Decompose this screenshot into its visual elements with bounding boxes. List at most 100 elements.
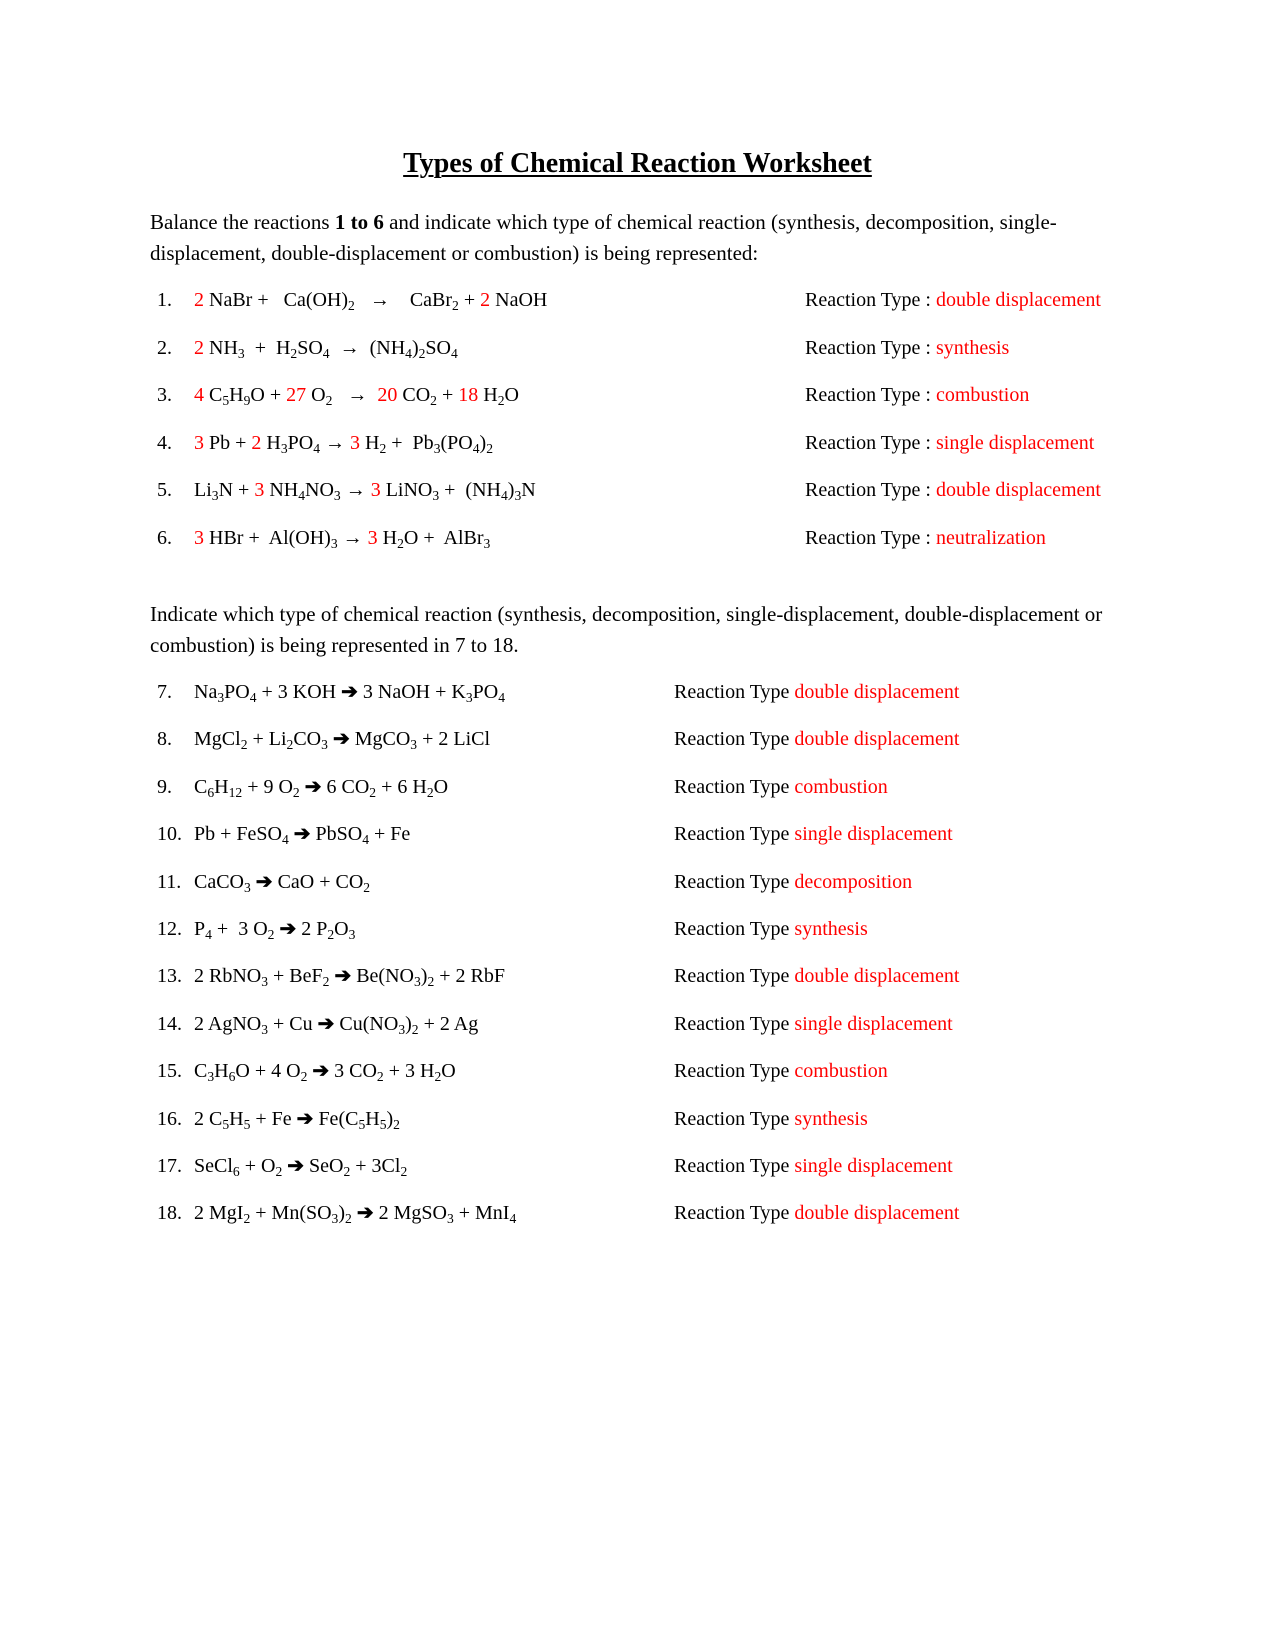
reaction-type-answer: Reaction Type : double displacement xyxy=(805,475,1101,505)
subscript: 6 xyxy=(232,1163,240,1179)
formula-text: SO xyxy=(425,336,451,359)
section2-instructions: Indicate which type of chemical reaction… xyxy=(150,602,1103,657)
subscript: 2 xyxy=(348,297,355,313)
balancing-coefficient: 3 xyxy=(370,479,381,502)
formula-text: + Cu xyxy=(268,1012,318,1035)
subscript: 4 xyxy=(298,488,305,504)
reaction-arrow-icon: ➔ xyxy=(293,823,311,846)
reaction-type-label: Reaction Type : xyxy=(805,527,936,549)
reaction-arrow-icon: ➔ xyxy=(279,918,297,940)
reaction-type-value: single displacement xyxy=(935,431,1095,454)
formula-text: O + AlBr xyxy=(403,527,484,549)
reaction-type-label: Reaction Type xyxy=(674,1155,795,1177)
subscript: 3 xyxy=(244,879,251,895)
formula-text: 3 CO xyxy=(329,1060,377,1083)
subscript: 3 xyxy=(483,535,491,551)
subscript: 4 xyxy=(450,345,458,361)
reaction-type-value: double displacement xyxy=(794,1202,960,1225)
reaction-type-value: single displacement xyxy=(794,1012,953,1035)
reaction-number: 1. xyxy=(157,289,172,311)
formula-text: H xyxy=(229,384,244,407)
subscript: 2 xyxy=(397,535,404,551)
formula-text xyxy=(367,384,377,406)
subscript: 3 xyxy=(330,535,338,551)
formula-text: PO xyxy=(224,681,250,703)
formula-text: Li xyxy=(194,479,212,502)
reaction-type-label: Reaction Type xyxy=(674,918,795,940)
subscript: 4 xyxy=(500,488,508,504)
formula-text: Be(NO xyxy=(351,965,414,988)
reaction-type-answer: Reaction Type : double displacement xyxy=(805,285,1101,315)
formula-text: PO xyxy=(287,431,314,454)
reaction-type-answer: Reaction Type double displacement xyxy=(674,1198,959,1228)
reaction-row: 18. 2 MgI2 + Mn(SO3)2 ➔ 2 MgSO3 + MnI4 Rea… xyxy=(0,1198,1275,1228)
subscript: 4 xyxy=(405,345,412,361)
reaction-type-label: Reaction Type xyxy=(674,681,795,703)
formula-text: + 2 LiCl xyxy=(417,728,491,751)
worksheet-page: Types of Chemical Reaction Worksheet Bal… xyxy=(0,0,1275,1651)
formula-text: CO xyxy=(397,384,431,407)
formula-text: + (NH xyxy=(439,479,501,502)
formula-text: O + 4 O xyxy=(235,1060,301,1083)
reaction-row: 4. 3 Pb + 2 H3PO4 → 3 H2 + Pb3(PO4)2 React… xyxy=(0,428,1275,458)
formula-text: + xyxy=(436,384,459,407)
subscript: 4 xyxy=(472,440,480,456)
reaction-number: 11. xyxy=(157,870,182,893)
formula-text: + xyxy=(458,289,481,311)
reaction-row: 15. C3H6O + 4 O2 ➔ 3 CO2 + 3 H2O Reaction … xyxy=(0,1056,1275,1086)
formula-text xyxy=(330,337,340,359)
formula-text: H xyxy=(365,1107,380,1130)
subscript: 2 xyxy=(486,440,493,456)
formula-text: 2 RbNO xyxy=(194,965,262,988)
chemical-equation: 2 AgNO3 + Cu ➔ Cu(NO3)2 + 2 Ag xyxy=(194,1009,478,1039)
balancing-coefficient: 4 xyxy=(194,384,204,407)
reaction-type-answer: Reaction Type : combustion xyxy=(805,380,1029,410)
subscript: 2 xyxy=(452,297,459,313)
reaction-number: 9. xyxy=(157,775,172,798)
reaction-row: 11. CaCO3 ➔ CaO + CO2 Reaction Type decomp… xyxy=(0,867,1275,897)
reaction-arrow-icon: ➔ xyxy=(334,965,352,988)
page-title: Types of Chemical Reaction Worksheet xyxy=(403,148,872,179)
chemical-equation: 3 Pb + 2 H3PO4 → 3 H2 + Pb3(PO4)2 xyxy=(194,428,493,458)
subscript: 3 xyxy=(261,974,269,990)
reaction-number: 6. xyxy=(157,527,172,549)
reaction-arrow-icon: ➔ xyxy=(287,1155,304,1177)
reaction-row: 16. 2 C5H5 + Fe ➔ Fe(C5H5)2 Reaction Type … xyxy=(0,1104,1275,1134)
formula-text: + Fe xyxy=(369,823,411,846)
chemical-equation: 2 NaBr + Ca(OH)2 → CaBr2 + 2 NaOH xyxy=(194,285,547,315)
formula-text: + Mn(SO xyxy=(250,1202,332,1225)
reaction-arrow-icon: → xyxy=(369,289,390,311)
reaction-type-answer: Reaction Type combustion xyxy=(674,772,888,802)
formula-text: Pb + xyxy=(204,431,252,454)
formula-text xyxy=(355,289,370,311)
reaction-number: 4. xyxy=(157,431,172,454)
formula-text: + 3 O xyxy=(211,918,268,940)
reaction-type-answer: Reaction Type single displacement xyxy=(674,819,953,849)
balancing-coefficient: 2 xyxy=(194,336,204,359)
reaction-type-label: Reaction Type xyxy=(674,775,795,798)
formula-text: O xyxy=(504,384,519,407)
formula-text: LiNO xyxy=(380,479,433,502)
balancing-coefficient: 20 xyxy=(377,384,398,407)
reaction-type-answer: Reaction Type synthesis xyxy=(674,1104,868,1134)
balancing-coefficient: 3 xyxy=(194,527,204,549)
reaction-type-value: neutralization xyxy=(935,527,1046,549)
formula-text: + Li xyxy=(247,728,287,751)
reaction-number: 16. xyxy=(157,1107,182,1130)
subscript: 2 xyxy=(430,392,437,408)
formula-text: O xyxy=(433,775,449,798)
formula-text: 2 MgSO xyxy=(373,1202,447,1225)
formula-text: H xyxy=(478,384,498,407)
formula-text: 2 MgI xyxy=(194,1202,244,1225)
subscript: 2 xyxy=(400,1163,408,1179)
subscript: 4 xyxy=(322,345,330,361)
reaction-type-answer: Reaction Type : neutralization xyxy=(805,523,1046,553)
formula-text: NH xyxy=(264,479,299,502)
reaction-arrow-icon: → xyxy=(325,431,346,454)
reaction-type-value: combustion xyxy=(794,775,888,798)
reaction-type-label: Reaction Type xyxy=(674,965,795,988)
formula-text: 2 C xyxy=(194,1107,223,1130)
subscript: 4 xyxy=(205,926,212,942)
reaction-type-value: decomposition xyxy=(794,870,913,893)
formula-text: + 3 KOH xyxy=(256,681,342,703)
